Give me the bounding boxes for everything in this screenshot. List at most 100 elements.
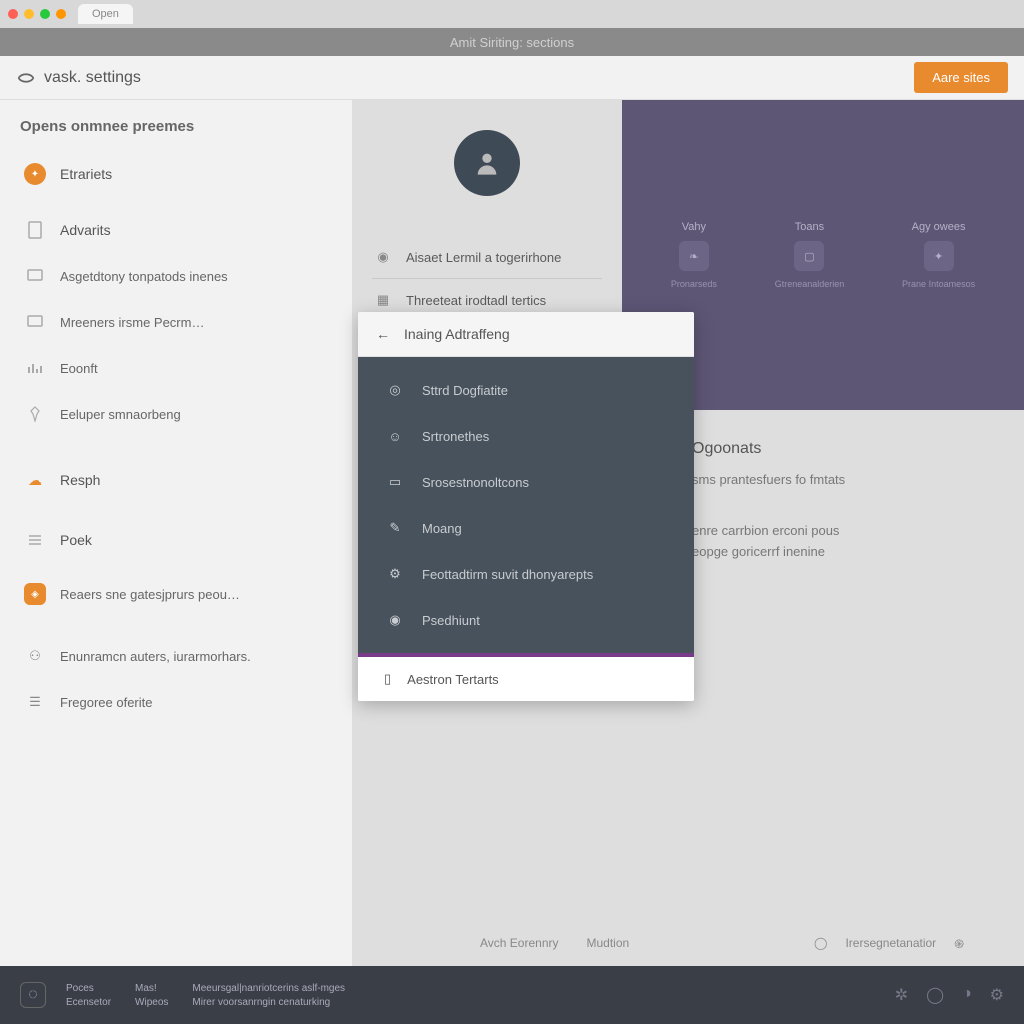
sidebar-item-asgetdtony[interactable]: Asgetdtony tonpatods inenes xyxy=(20,257,332,295)
app-menu-icon[interactable]: ◌ xyxy=(20,982,46,1008)
settings-icon[interactable]: ⚙ xyxy=(990,985,1004,1005)
dropdown-item-label: Moang xyxy=(422,521,462,536)
footer-link-3[interactable]: Irersegnetanatior xyxy=(845,936,936,950)
sidebar-item-mreeners[interactable]: Mreeners irsme Pecrm… xyxy=(20,303,332,341)
sidebar-item-enunramcn[interactable]: ⚇ Enunramcn auters, iurarmorhars. xyxy=(20,637,332,675)
dropdown-item-label: Srtronethes xyxy=(422,429,489,444)
sidebar-item-eoonft[interactable]: Eoonft xyxy=(20,349,332,387)
sidebar-item-label: Poek xyxy=(60,532,92,548)
sidebar-item-resph[interactable]: ☁ Resph xyxy=(20,461,332,499)
dropdown-item-label: Psedhiunt xyxy=(422,613,480,628)
ring-icon: ◎ xyxy=(384,379,406,401)
sidebar-item-label: Etrariets xyxy=(60,166,112,182)
minimize-window-icon[interactable] xyxy=(24,9,34,19)
back-arrow-icon[interactable]: ← xyxy=(376,326,390,342)
tile-agyowees[interactable]: Agy owees ✦ Prane Intoamesos xyxy=(902,221,975,289)
dropdown-item-srosest[interactable]: ▭ Srosestnonoltcons xyxy=(358,459,694,505)
dropdown-item-srtronethes[interactable]: ☺ Srtronethes xyxy=(358,413,694,459)
hero-tab-label: Aisaet Lermil a togerirhone xyxy=(406,250,561,265)
hero-tab-label: Threeteat irodtadl tertics xyxy=(406,293,546,308)
section-title: Ogoonats xyxy=(692,440,974,458)
dropdown-item-label: Sttrd Dogfiatite xyxy=(422,383,508,398)
cloud-icon: ☁ xyxy=(24,469,46,491)
bb-line1: Meeursgal|nanriotcerins aslf-mges xyxy=(192,983,345,994)
bb-col1a[interactable]: Poces xyxy=(66,983,111,994)
sidebar-item-poek[interactable]: Poek xyxy=(20,521,332,559)
dropdown-item-moang[interactable]: ✎ Moang xyxy=(358,505,694,551)
book-icon: ▯ xyxy=(384,671,391,687)
avatar[interactable] xyxy=(454,130,520,196)
document-icon xyxy=(24,219,46,241)
app-header: vask. settings Aare sites xyxy=(0,56,1024,100)
dropdown-item-feottad[interactable]: ⚙ Feottadtirm suvit dhonyarepts xyxy=(358,551,694,597)
grid-icon: ▦ xyxy=(372,289,394,311)
close-window-icon[interactable] xyxy=(8,9,18,19)
section-text-2: enre carrbion erconi pous xyxy=(692,523,974,538)
primary-cta-button[interactable]: Aare sites xyxy=(914,62,1008,93)
sidebar-item-label: Fregoree oferite xyxy=(60,695,153,710)
sparkle-icon: ✦ xyxy=(924,241,954,271)
swirl-icon: ֍ xyxy=(954,935,964,952)
dropdown-title: Inaing Adtraffeng xyxy=(404,326,510,342)
briefcase-icon: ▭ xyxy=(384,471,406,493)
globe-small-icon: ◯ xyxy=(814,936,827,950)
sidebar-item-label: Reaers sne gatesjprurs peou… xyxy=(60,587,240,602)
footer-link-2[interactable]: Mudtion xyxy=(587,936,630,950)
bb-line2: Mirer voorsanrngin cenaturking xyxy=(192,997,345,1008)
sidebar-item-eeluper[interactable]: Eeluper smnaorbeng xyxy=(20,395,332,433)
sidebar-item-label: Enunramcn auters, iurarmorhars. xyxy=(60,649,251,664)
dropdown-footer-item[interactable]: ▯ Aestron Tertarts xyxy=(358,657,694,701)
bottom-bar: ◌ Poces Ecensetor Mas! Wipeos Meeursgal|… xyxy=(0,966,1024,1024)
sidebar: Opens onmnee preemes ✦ Etrariets Advarit… xyxy=(0,100,352,966)
dropdown-menu: ← Inaing Adtraffeng ◎ Sttrd Dogfiatite ☺… xyxy=(358,312,694,701)
footer-link-1[interactable]: Avch Eorennry xyxy=(480,936,559,950)
stack-icon: ☰ xyxy=(24,691,46,713)
app-logo: vask. settings xyxy=(16,68,141,88)
square-badge-icon: ◈ xyxy=(24,583,46,605)
dropdown-header[interactable]: ← Inaing Adtraffeng xyxy=(358,312,694,357)
dropdown-item-psedhiunt[interactable]: ◉ Psedhiunt xyxy=(358,597,694,643)
sidebar-item-etrariets[interactable]: ✦ Etrariets xyxy=(20,155,332,193)
help-icon[interactable]: ◯ xyxy=(926,985,944,1005)
sidebar-item-label: Eoonft xyxy=(60,361,98,376)
gear-icon: ⚙ xyxy=(384,563,406,585)
sidebar-item-label: Asgetdtony tonpatods inenes xyxy=(60,269,228,284)
window-title: Amit Siriting: sections xyxy=(0,28,1024,56)
bb-col1b[interactable]: Ecensetor xyxy=(66,997,111,1008)
bb-col2a[interactable]: Mas! xyxy=(135,983,168,994)
bb-col2b[interactable]: Wipeos xyxy=(135,997,168,1008)
screen-icon xyxy=(24,265,46,287)
tile-toans[interactable]: Toans ▢ Gtreneanalderien xyxy=(775,221,845,289)
sidebar-item-fregoree[interactable]: ☰ Fregoree oferite xyxy=(20,683,332,721)
utility-footer: Avch Eorennry Mudtion ◯ Irersegnetanatio… xyxy=(0,920,1024,966)
sidebar-item-label: Eeluper smnaorbeng xyxy=(60,407,181,422)
sidebar-item-label: Resph xyxy=(60,472,100,488)
dropdown-item-sttrd[interactable]: ◎ Sttrd Dogfiatite xyxy=(358,367,694,413)
main-content: ◉ Aisaet Lermil a togerirhone ▦ Threetea… xyxy=(352,100,1024,966)
dropdown-item-label: Feottadtirm suvit dhonyarepts xyxy=(422,567,593,582)
circle-icon: ◉ xyxy=(384,609,406,631)
person-icon: ☺ xyxy=(384,425,406,447)
dropdown-item-label: Srosestnonoltcons xyxy=(422,475,529,490)
people-icon: ⚇ xyxy=(24,645,46,667)
sidebar-item-advarits[interactable]: Advarits xyxy=(20,211,332,249)
hero-tab-asset[interactable]: ◉ Aisaet Lermil a togerirhone xyxy=(372,236,602,279)
pin-icon xyxy=(24,403,46,425)
sidebar-item-reaers[interactable]: ◈ Reaers sne gatesjprurs peou… xyxy=(20,575,332,613)
globe-icon: ◉ xyxy=(372,246,394,268)
sidebar-item-label: Mreeners irsme Pecrm… xyxy=(60,315,204,330)
sidebar-item-label: Advarits xyxy=(60,222,111,238)
notification-icon[interactable]: ◑ xyxy=(962,985,972,1005)
logo-icon xyxy=(16,68,36,88)
leaf-icon: ❧ xyxy=(679,241,709,271)
maximize-window-icon[interactable] xyxy=(40,9,50,19)
tile-vahy[interactable]: Vahy ❧ Pronarseds xyxy=(671,221,717,289)
badge-icon: ✦ xyxy=(24,163,46,185)
logo-text: vask. settings xyxy=(44,69,141,87)
pen-icon: ✎ xyxy=(384,517,406,539)
dropdown-footer-label: Aestron Tertarts xyxy=(407,672,499,687)
bug-icon[interactable]: ✲ xyxy=(895,985,908,1005)
section-text-1: sms prantesfuers fo fmtats xyxy=(692,472,974,487)
list-icon xyxy=(24,529,46,551)
browser-tab[interactable]: Open xyxy=(78,4,133,24)
